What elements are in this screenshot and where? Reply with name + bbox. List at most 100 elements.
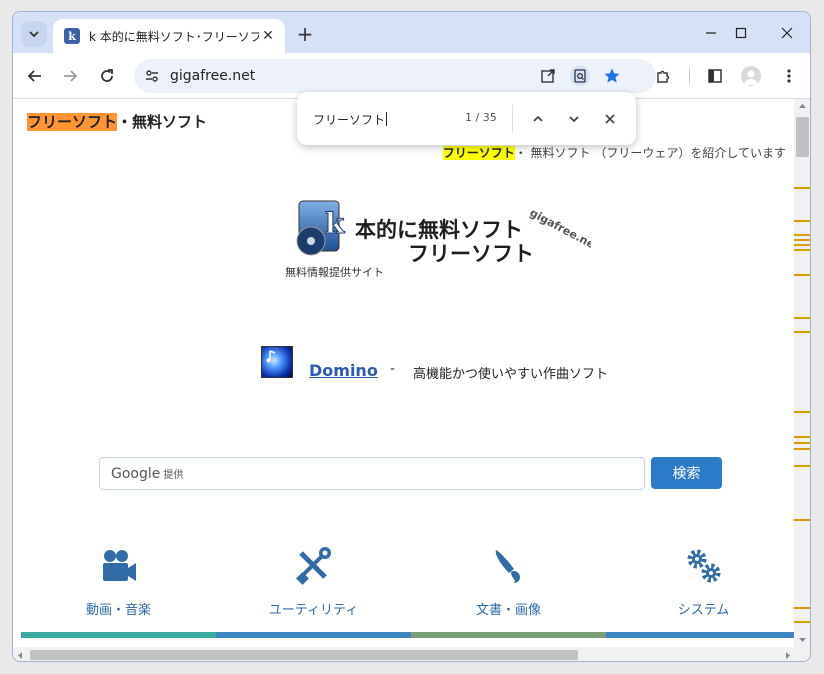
toolbar-divider [689,68,690,84]
chevron-up-icon [533,115,543,122]
promo-description: 高機能かつ使いやすい作曲ソフト [413,367,609,382]
scroll-right-icon[interactable] [785,651,791,660]
site-info-icon[interactable] [142,66,162,86]
arrow-left-icon [27,70,41,82]
find-match-marker [794,411,810,413]
browser-window: k k 本的に無料ソフト･フリーソフト ✕ + gigafree.net フリー… [12,11,811,662]
horizontal-scroll-thumb[interactable] [30,650,578,660]
site-title-highlight: フリーソフト [27,113,118,131]
logo-line2: フリーソフト [408,242,534,266]
reload-icon [101,69,113,82]
minimize-button[interactable] [696,20,726,46]
person-icon [744,70,758,85]
category-system[interactable]: システム [606,542,794,638]
tagline: フリーソフト・ 無料ソフト （フリーウェア）を紹介しています [442,144,786,161]
category-label: 動画・音楽 [85,603,151,618]
scroll-left-icon[interactable] [17,651,23,660]
search-button[interactable]: 検索 [651,457,722,489]
find-bar: フリーソフト 1 / 35 [297,92,636,145]
tagline-highlight: フリーソフト [442,146,515,160]
search-brand: Google 提供 [111,466,183,482]
search-brand-name: Google [111,466,161,482]
scroll-down-icon[interactable] [798,637,807,643]
find-match-marker [794,331,810,333]
find-match-count: 1 / 35 [465,111,497,124]
find-match-marker [794,607,810,609]
forward-button[interactable] [56,62,84,90]
extensions-button[interactable] [649,62,677,90]
find-previous-button[interactable] [526,107,550,131]
close-icon [781,27,793,39]
find-input[interactable]: フリーソフト [313,111,388,128]
open-in-app-icon[interactable] [538,66,558,86]
find-query: フリーソフト [313,113,386,127]
category-utility[interactable]: ユーティリティ [216,542,411,638]
find-match-marker [794,234,810,236]
site-title-rest: ・無料ソフト [117,113,208,131]
category-bar [216,632,411,638]
horizontal-scrollbar[interactable] [13,647,810,661]
close-icon [605,114,615,124]
side-panel-button[interactable] [701,62,729,90]
reload-button[interactable] [93,62,121,90]
find-divider [512,105,513,133]
menu-button[interactable] [775,62,803,90]
category-label: ユーティリティ [268,603,359,618]
arrow-right-icon [64,70,78,82]
bookmark-star-icon[interactable] [602,66,622,86]
logo-domain: gigafree.net [528,206,591,254]
more-vert-icon [787,69,791,83]
close-window-button[interactable] [772,20,802,46]
category-docs-images[interactable]: 文書・画像 [411,542,606,638]
video-camera-icon [21,546,216,586]
category-bar [606,632,794,638]
svg-text:k: k [325,207,345,240]
find-match-marker [794,621,810,623]
category-video-music[interactable]: 動画・音楽 [21,542,216,638]
promo-row: Domino - 高機能かつ使いやすい作曲ソフト [261,346,761,382]
category-label: 文書・画像 [475,603,541,618]
tab-title: k 本的に無料ソフト･フリーソフト [89,29,259,44]
category-label: システム [677,603,730,618]
active-tab[interactable]: k k 本的に無料ソフト･フリーソフト ✕ [53,19,285,53]
find-match-marker [794,220,810,222]
site-search-input[interactable]: Google 提供 [99,457,645,490]
puzzle-icon [657,70,670,83]
tab-strip: k k 本的に無料ソフト･フリーソフト ✕ + [13,12,810,53]
find-match-marker [794,239,810,241]
find-match-marker [794,442,810,444]
site-favicon-icon: k [64,28,80,44]
find-match-marker [794,249,810,251]
scroll-thumb[interactable] [796,117,809,157]
tagline-rest: ・ 無料ソフト （フリーウェア）を紹介しています [514,146,786,160]
back-button[interactable] [21,62,49,90]
find-in-page-icon[interactable] [570,66,590,86]
logo-subtitle: 無料情報提供サイト [285,266,384,279]
maximize-button[interactable] [726,20,756,46]
profile-avatar[interactable] [741,66,761,86]
address-bar[interactable]: gigafree.net [134,59,656,93]
tab-close-icon[interactable]: ✕ [259,27,277,45]
site-title[interactable]: フリーソフト・無料ソフト [27,111,207,132]
side-panel-icon [708,69,722,83]
find-match-marker [794,317,810,319]
url-text: gigafree.net [170,68,256,84]
category-bar [411,632,606,638]
find-match-marker [794,465,810,467]
new-tab-button[interactable]: + [293,22,317,46]
promo-link[interactable]: Domino [309,361,378,380]
minimize-icon [706,32,716,34]
maximize-icon [735,27,747,39]
music-note-icon[interactable] [261,346,293,378]
find-next-button[interactable] [562,107,586,131]
find-match-marker [794,187,810,189]
chevron-down-icon [569,116,579,123]
find-match-marker [794,274,810,276]
find-match-marker [794,244,810,246]
tab-search-button[interactable] [21,21,47,47]
search-brand-suffix: 提供 [163,470,184,481]
scroll-up-icon[interactable] [798,103,807,109]
find-close-button[interactable] [598,107,622,131]
vertical-scrollbar[interactable] [794,99,810,647]
text-caret [386,112,388,126]
